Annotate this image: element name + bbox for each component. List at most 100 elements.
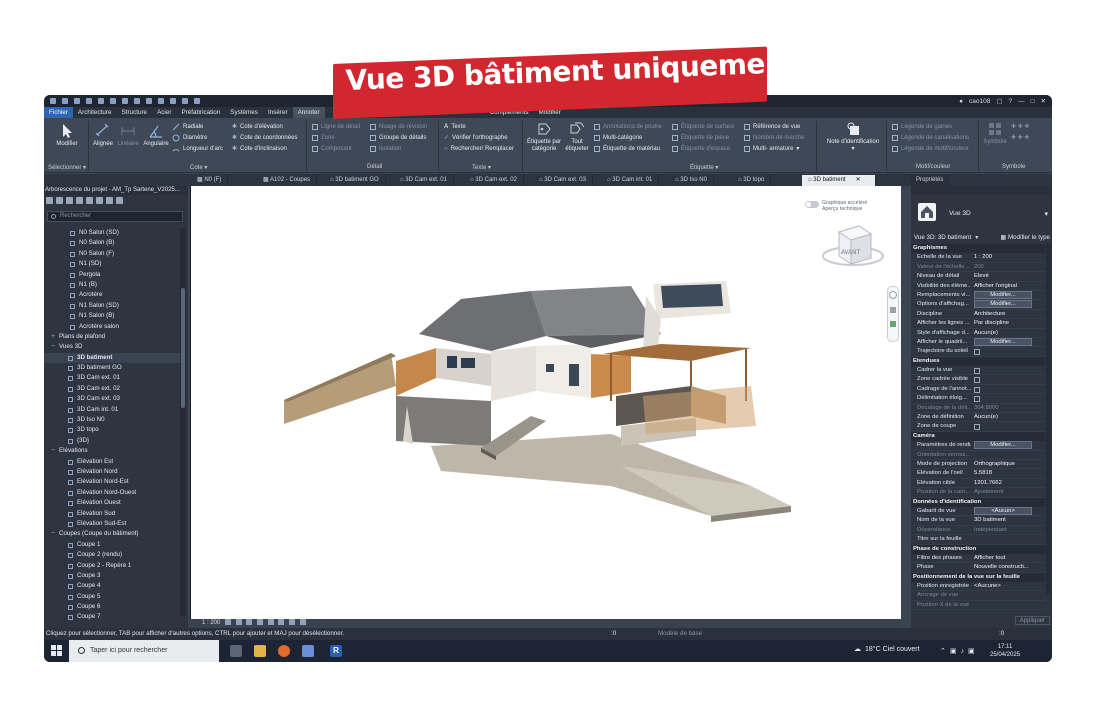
- tab-systemes[interactable]: Systèmes: [225, 107, 263, 118]
- property-value[interactable]: 1 : 200: [971, 253, 1045, 261]
- tree-item[interactable]: Elévation Nord-Ouest: [44, 488, 180, 498]
- tree-item[interactable]: N0 Salon (SD): [44, 228, 180, 238]
- cart-icon[interactable]: ▢: [996, 97, 1002, 105]
- property-checkbox[interactable]: [974, 349, 980, 356]
- design-option-selector[interactable]: Modèle de base: [658, 628, 702, 640]
- property-value[interactable]: [971, 422, 1045, 431]
- sync-icon[interactable]: [86, 98, 92, 104]
- tab-3d-cam-ext-01[interactable]: ⌂ 3D Cam ext. 01: [394, 175, 454, 186]
- tab-acier[interactable]: Acier: [152, 107, 176, 118]
- properties-scrollbar[interactable]: [1046, 244, 1051, 594]
- tree-item[interactable]: Acrotère salon: [44, 322, 180, 332]
- tab-3d-cam-ext-02[interactable]: ⌂ 3D Cam ext. 02: [464, 175, 524, 186]
- etiquette-materiau-button[interactable]: Étiquette de matériau: [594, 144, 660, 153]
- minimize-icon[interactable]: —: [1018, 98, 1025, 105]
- browser-scroll-thumb[interactable]: [181, 288, 185, 408]
- tree-item[interactable]: Acrotère: [44, 290, 180, 300]
- tree-item[interactable]: 3D Cam ext. 01: [44, 373, 180, 383]
- longueur-arc-button[interactable]: Longueur d'arc: [172, 144, 223, 153]
- tab-3d-batiment[interactable]: ⌂ 3D batiment ✕: [802, 175, 876, 186]
- maximize-icon[interactable]: □: [1031, 98, 1035, 105]
- tree-item[interactable]: 3D topo: [44, 425, 180, 435]
- tab-3d-cam-int-01[interactable]: ⌂ 3D Cam int. 01: [601, 175, 660, 186]
- property-checkbox[interactable]: [974, 424, 980, 431]
- tab-a102-coupes[interactable]: ▩ A102 - Coupes: [257, 175, 318, 186]
- help-icon[interactable]: ?: [1008, 98, 1012, 105]
- alignee-button[interactable]: Alignée: [92, 123, 114, 148]
- property-value[interactable]: [971, 394, 1045, 403]
- expand-icon[interactable]: +: [51, 332, 55, 342]
- angulaire-button[interactable]: Angulaire: [142, 123, 170, 148]
- property-checkbox[interactable]: [974, 396, 980, 403]
- composant-button[interactable]: Composant: [312, 144, 352, 153]
- legende-motif-button[interactable]: Légende de motif/couleur: [892, 144, 969, 153]
- tab-3d-topo[interactable]: ⌂ 3D topo: [732, 175, 772, 186]
- taskbar-search[interactable]: Taper ici pour rechercher: [69, 640, 219, 662]
- tab-3d-cam-ext-03[interactable]: ⌂ 3D Cam ext. 03: [533, 175, 593, 186]
- property-value[interactable]: [971, 451, 1045, 459]
- property-value[interactable]: [971, 601, 1045, 609]
- annotation-poutre-button[interactable]: Annotations de poutre: [594, 122, 662, 131]
- browser-tool-icon-3[interactable]: [66, 197, 73, 204]
- property-section-header[interactable]: Etendues: [911, 356, 1045, 367]
- clock[interactable]: 17:11 25/04/2025: [990, 643, 1020, 659]
- tout-etiqueter-button[interactable]: Tout étiqueter: [564, 121, 590, 153]
- etiquette-group-label[interactable]: Étiquette ▾: [690, 164, 718, 171]
- temporary-hide-icon[interactable]: [299, 619, 306, 626]
- type-selector[interactable]: Vue 3D ▾: [911, 195, 1052, 231]
- collapse-icon[interactable]: −: [51, 446, 55, 456]
- tree-item[interactable]: N0 Salon (F): [44, 249, 180, 259]
- tab-inserer[interactable]: Insérer: [263, 107, 293, 118]
- apply-button[interactable]: Appliquer: [1014, 616, 1050, 625]
- print-icon[interactable]: [122, 98, 128, 104]
- tab-architecture[interactable]: Architecture: [73, 107, 117, 118]
- render-icon[interactable]: [267, 619, 274, 626]
- isolation-button[interactable]: Isolation: [370, 144, 401, 153]
- cote-coordonnees-button[interactable]: ✱ Cote de coordonnées: [232, 133, 297, 142]
- property-value[interactable]: Ajustement: [971, 488, 1045, 496]
- property-value[interactable]: [971, 535, 1045, 543]
- system-tray-icons[interactable]: ⌃▣♪▣: [940, 647, 979, 655]
- property-value[interactable]: [971, 591, 1045, 599]
- property-value[interactable]: Modifier...: [971, 290, 1045, 299]
- property-button[interactable]: Modifier...: [974, 337, 1032, 346]
- tab-n0-f[interactable]: ▩ N0 (F): [191, 175, 229, 186]
- property-section-header[interactable]: Caméra: [911, 431, 1045, 442]
- lock-icon[interactable]: [289, 619, 296, 626]
- nombre-marches-button[interactable]: Nombre de marche: [744, 133, 804, 142]
- zoom-icon[interactable]: [890, 321, 896, 327]
- browser-tool-icon-1[interactable]: [46, 197, 53, 204]
- cote-inclinaison-button[interactable]: ✱ Cote d'inclinaison: [232, 144, 287, 153]
- open-icon[interactable]: [62, 98, 68, 104]
- tab-prefabrication[interactable]: Préfabrication: [176, 107, 225, 118]
- property-value[interactable]: Aucun(e): [971, 329, 1045, 337]
- firefox-icon[interactable]: [278, 645, 290, 657]
- property-checkbox[interactable]: [974, 368, 980, 375]
- redo-icon[interactable]: [110, 98, 116, 104]
- navigation-bar[interactable]: [887, 286, 899, 342]
- property-value[interactable]: <Aucun>: [971, 506, 1045, 515]
- app-icon[interactable]: [302, 645, 314, 657]
- tab-structure[interactable]: Structure: [117, 107, 153, 118]
- property-value[interactable]: Architecture: [971, 310, 1045, 318]
- note-identification-button[interactable]: Note d'identification ▾: [822, 121, 884, 153]
- tree-item[interactable]: N1 (SD): [44, 259, 180, 269]
- pan-icon[interactable]: [890, 307, 896, 313]
- tab-3d-batiment-go[interactable]: ⌂ 3D batiment GO: [324, 175, 386, 186]
- tab-3d-iso-n0[interactable]: ⌂ 3D Iso N0: [669, 175, 714, 186]
- tree-item[interactable]: Coupe 2 (rendu): [44, 550, 180, 560]
- diametre-button[interactable]: Diamètre: [172, 133, 207, 142]
- tree-item[interactable]: Elévation Nord: [44, 467, 180, 477]
- verifier-orthographe-button[interactable]: ✓ Vérifier l'orthographe: [444, 133, 508, 142]
- property-value[interactable]: Aucun(e): [971, 413, 1045, 421]
- tree-item[interactable]: Elévation Est: [44, 457, 180, 467]
- tree-item[interactable]: 3D Cam ext. 03: [44, 394, 180, 404]
- property-value[interactable]: Par discipline: [971, 319, 1045, 327]
- browser-tool-icon-5[interactable]: [86, 197, 93, 204]
- etiquette-espace-button[interactable]: Étiquette d'espace: [672, 144, 730, 153]
- tree-item[interactable]: Coupe 1: [44, 540, 180, 550]
- etiquette-piece-button[interactable]: Étiquette de pièce: [672, 133, 729, 142]
- property-button[interactable]: <Aucun>: [974, 506, 1032, 515]
- collapse-icon[interactable]: −: [51, 529, 55, 539]
- tree-item[interactable]: N1 Salon (SD): [44, 301, 180, 311]
